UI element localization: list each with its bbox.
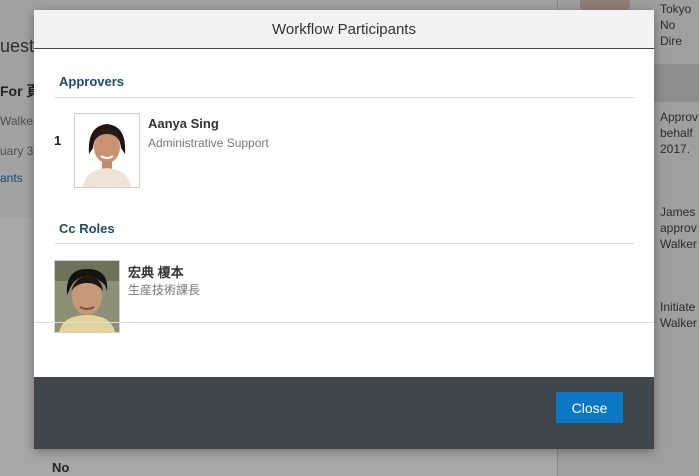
approvers-divider bbox=[55, 97, 634, 98]
background-approval-note: Approv behalf 2017. bbox=[660, 110, 699, 156]
cc-roles-section-title: Cc Roles bbox=[59, 221, 115, 236]
approvers-section-title: Approvers bbox=[59, 74, 125, 89]
background-date: uary 3 bbox=[0, 144, 34, 158]
approver-order-number: 1 bbox=[54, 133, 62, 148]
approver-avatar bbox=[74, 113, 140, 188]
cc-member-name: 宏典 榎本 bbox=[128, 265, 184, 280]
background-avatar bbox=[580, 0, 630, 10]
background-name: Walke bbox=[0, 114, 33, 128]
dialog-body: Approvers 1 Aanya Sing Administrative Su… bbox=[34, 49, 654, 361]
dialog-header: Workflow Participants bbox=[34, 10, 654, 49]
body-bottom-rule bbox=[34, 322, 654, 323]
background-heading: uest bbox=[0, 36, 35, 56]
dialog-title: Workflow Participants bbox=[272, 20, 416, 38]
background-participants-link[interactable]: ants bbox=[0, 170, 23, 186]
close-button[interactable]: Close bbox=[556, 392, 623, 423]
approver-name: Aanya Sing bbox=[148, 116, 219, 131]
approver-role: Administrative Support bbox=[148, 136, 269, 150]
background-bottom-label: No bbox=[52, 460, 70, 475]
cc-member-role: 生産技術課長 bbox=[128, 283, 201, 297]
dialog-footer: Close bbox=[34, 377, 654, 449]
workflow-participants-dialog: Workflow Participants Approvers 1 Aanya … bbox=[34, 10, 654, 449]
background-initiated-note: Initiate Walker bbox=[660, 300, 697, 330]
background-james-note: James approv Walker bbox=[660, 205, 697, 251]
background-right-top: Tokyo No Dire bbox=[660, 2, 692, 48]
cc-roles-divider bbox=[55, 243, 634, 244]
